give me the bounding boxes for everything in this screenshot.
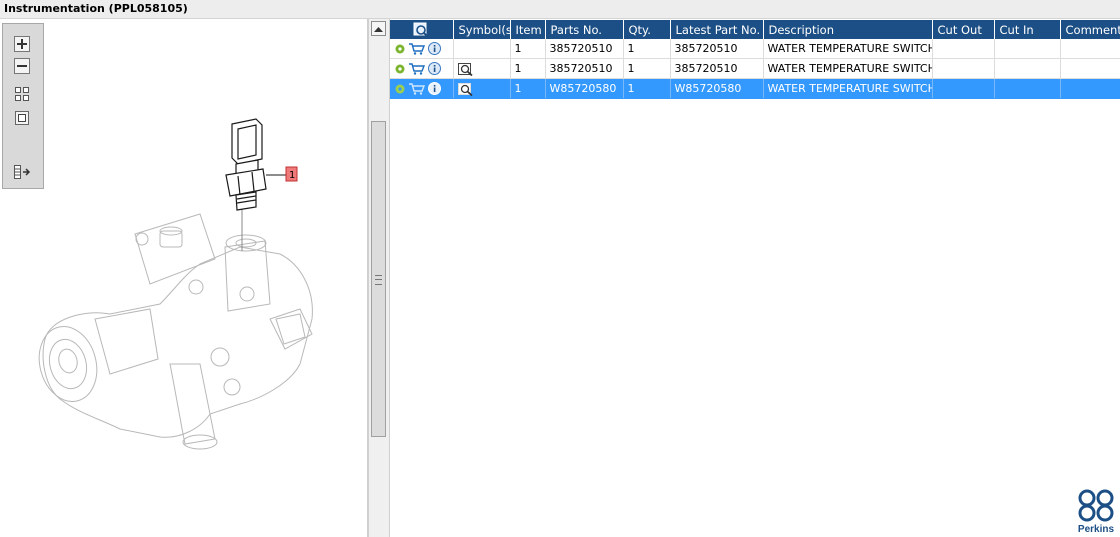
magnifier-icon[interactable] [457, 82, 474, 96]
callout-label: 1 [289, 170, 295, 181]
cell-latest-part-no: 385720510 [670, 58, 764, 79]
cell-description: WATER TEMPERATURE SWITCH [763, 39, 933, 59]
table-row[interactable]: 1 385720510 1 385720510 WATER TEMPERATUR… [390, 39, 1120, 59]
find-part-icon [413, 22, 429, 38]
cell-item: 1 [510, 78, 546, 99]
grip-icon [375, 275, 382, 285]
row-actions [390, 58, 454, 79]
chevron-up-icon [374, 26, 383, 32]
cell-comment [1060, 58, 1120, 79]
illustration-pane[interactable]: 1 [0, 19, 368, 537]
cell-qty: 1 [623, 78, 671, 99]
row-actions [390, 78, 454, 99]
pane-splitter[interactable] [368, 19, 390, 537]
column-header-cut-in[interactable]: Cut In [994, 20, 1061, 39]
cell-cut-out [932, 39, 995, 59]
water-pump-outline [38, 213, 313, 450]
window-title: Instrumentation (PPL058105) [4, 2, 188, 15]
column-header-qty[interactable]: Qty. [623, 20, 671, 39]
parts-drawing: 1 [38, 118, 313, 450]
cell-comment [1060, 78, 1120, 99]
column-header-comment[interactable]: Comment [1060, 20, 1120, 39]
gear-icon[interactable] [394, 43, 406, 55]
column-header-symbols[interactable]: Symbol(s) [453, 20, 511, 39]
column-header-cut-out[interactable]: Cut Out [932, 20, 995, 39]
splitter-thumb[interactable] [371, 121, 386, 437]
cell-latest-part-no: W85720580 [670, 78, 764, 99]
cell-cut-in [994, 78, 1061, 99]
cart-icon[interactable] [409, 63, 425, 75]
perkins-logo: Perkins [1076, 488, 1116, 536]
info-icon[interactable] [428, 42, 441, 56]
cell-parts-no: 385720510 [545, 39, 624, 59]
cell-symbols [453, 58, 511, 79]
column-header-tools[interactable] [390, 20, 454, 39]
perkins-logo-mark [1078, 489, 1114, 522]
cell-comment [1060, 39, 1120, 59]
column-header-item[interactable]: Item [510, 20, 546, 39]
cell-parts-no: 385720510 [545, 58, 624, 79]
column-header-parts-no[interactable]: Parts No. [545, 20, 624, 39]
cart-icon[interactable] [409, 83, 425, 95]
zoom-in-icon[interactable] [13, 36, 31, 52]
title-bar: Instrumentation (PPL058105) [0, 0, 1120, 19]
cell-cut-out [932, 58, 995, 79]
fit-window-icon[interactable] [13, 110, 31, 126]
column-header-latest-part-no[interactable]: Latest Part No. [670, 20, 764, 39]
info-icon[interactable] [428, 62, 441, 76]
brand-name: Perkins [1077, 524, 1115, 535]
cell-parts-no: W85720580 [545, 78, 624, 99]
parts-table: Symbol(s) Item Parts No. Qty. Latest Par… [390, 20, 1120, 99]
cell-cut-out [932, 78, 995, 99]
cell-description: WATER TEMPERATURE SWITCH [763, 78, 933, 99]
zoom-toolbar [2, 23, 44, 189]
table-header-row: Symbol(s) Item Parts No. Qty. Latest Par… [390, 20, 1120, 39]
cell-description: WATER TEMPERATURE SWITCH [763, 58, 933, 79]
scroll-up-button[interactable] [371, 21, 386, 36]
info-icon[interactable] [428, 82, 441, 96]
cell-item: 1 [510, 39, 546, 59]
gear-icon[interactable] [394, 63, 406, 75]
cell-item: 1 [510, 58, 546, 79]
cell-qty: 1 [623, 58, 671, 79]
magnifier-icon[interactable] [457, 62, 474, 76]
fit-all-icon[interactable] [13, 86, 31, 102]
cell-cut-in [994, 39, 1061, 59]
cell-symbols [453, 78, 511, 99]
toggle-list-icon[interactable] [13, 164, 31, 180]
cart-icon[interactable] [409, 43, 425, 55]
table-row[interactable]: 1 385720510 1 385720510 WATER TEMPERATUR… [390, 58, 1120, 79]
gear-icon[interactable] [394, 83, 406, 95]
parts-list-pane: Symbol(s) Item Parts No. Qty. Latest Par… [390, 19, 1120, 537]
row-actions [390, 39, 454, 59]
cell-qty: 1 [623, 39, 671, 59]
zoom-out-icon[interactable] [13, 58, 31, 74]
table-row-selected[interactable]: 1 W85720580 1 W85720580 WATER TEMPERATUR… [390, 78, 1120, 99]
column-header-description[interactable]: Description [763, 20, 933, 39]
temperature-switch-drawing [225, 118, 267, 211]
cell-symbols [453, 39, 511, 59]
cell-cut-in [994, 58, 1061, 79]
cell-latest-part-no: 385720510 [670, 39, 764, 59]
